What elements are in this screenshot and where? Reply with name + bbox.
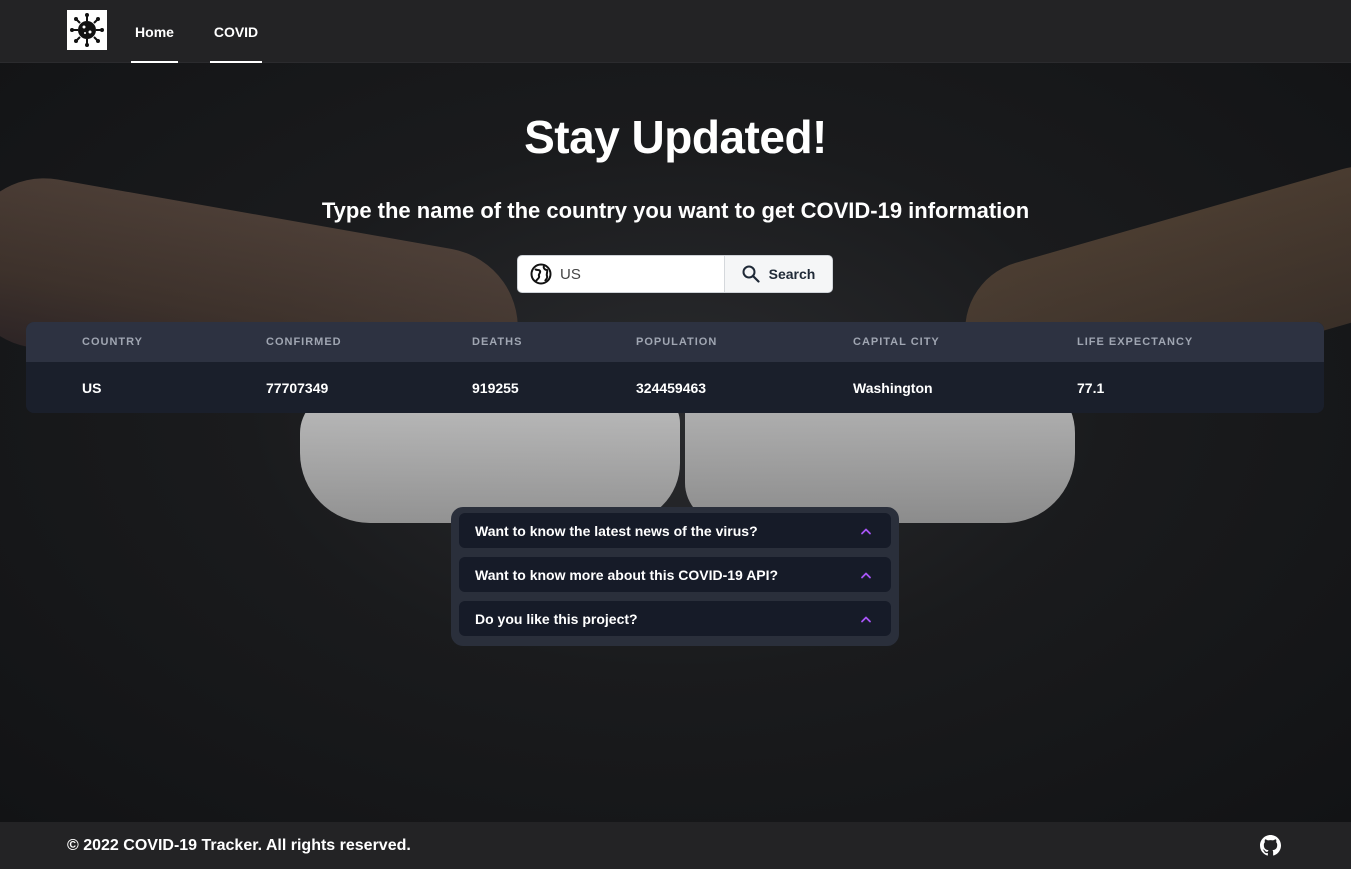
cell-country: US [82, 379, 102, 396]
hero-background [0, 63, 1351, 822]
nav-active-underline [131, 61, 178, 63]
column-header-population: POPULATION [636, 336, 718, 348]
column-header-capital-city: CAPITAL CITY [853, 336, 940, 348]
globe-icon [530, 263, 552, 285]
chevron-up-icon [860, 571, 872, 579]
chevron-up-icon [860, 527, 872, 535]
nav-link-home-label: Home [135, 23, 174, 40]
covid-data-table: COUNTRY CONFIRMED DEATHS POPULATION CAPI… [26, 322, 1324, 413]
faq-accordion: Want to know the latest news of the viru… [451, 507, 899, 646]
nav-link-home[interactable]: Home [131, 0, 178, 63]
cell-population: 324459463 [636, 379, 707, 396]
cell-capital-city: Washington [853, 379, 933, 396]
search-button-label: Search [768, 266, 816, 282]
search-input-wrapper [518, 256, 725, 292]
cell-life-expectancy: 77.1 [1077, 379, 1105, 396]
table-row: US 77707349 919255 324459463 Washington … [26, 362, 1324, 413]
page-title: Stay Updated! [524, 111, 827, 163]
accordion-item-label: Do you like this project? [475, 610, 638, 627]
virus-logo-icon[interactable] [67, 10, 107, 50]
nav-link-covid[interactable]: COVID [210, 0, 262, 63]
search-icon [742, 265, 760, 283]
column-header-country: COUNTRY [82, 336, 143, 348]
table-header-row: COUNTRY CONFIRMED DEATHS POPULATION CAPI… [26, 322, 1324, 362]
top-navbar: Home COVID [0, 0, 1351, 63]
column-header-deaths: DEATHS [472, 336, 523, 348]
nav-link-covid-label: COVID [213, 23, 259, 40]
copyright-text: © 2022 COVID-19 Tracker. All rights rese… [67, 836, 411, 854]
chevron-up-icon [860, 615, 872, 623]
cell-confirmed: 77707349 [266, 379, 329, 396]
search-button[interactable]: Search [725, 256, 832, 292]
column-header-confirmed: CONFIRMED [266, 336, 342, 348]
nav-active-underline [210, 61, 262, 63]
cell-deaths: 919255 [472, 379, 519, 396]
country-search-input[interactable] [560, 265, 700, 283]
accordion-item-api[interactable]: Want to know more about this COVID-19 AP… [459, 557, 891, 592]
github-icon[interactable] [1260, 835, 1281, 856]
country-search-bar: Search [517, 255, 833, 293]
accordion-item-project[interactable]: Do you like this project? [459, 601, 891, 636]
page-subtitle: Type the name of the country you want to… [321, 198, 1030, 223]
accordion-item-label: Want to know more about this COVID-19 AP… [475, 566, 779, 583]
page-footer: © 2022 COVID-19 Tracker. All rights rese… [0, 822, 1351, 869]
accordion-item-label: Want to know the latest news of the viru… [475, 522, 758, 539]
column-header-life-expectancy: LIFE EXPECTANCY [1077, 336, 1194, 348]
accordion-item-news[interactable]: Want to know the latest news of the viru… [459, 513, 891, 548]
